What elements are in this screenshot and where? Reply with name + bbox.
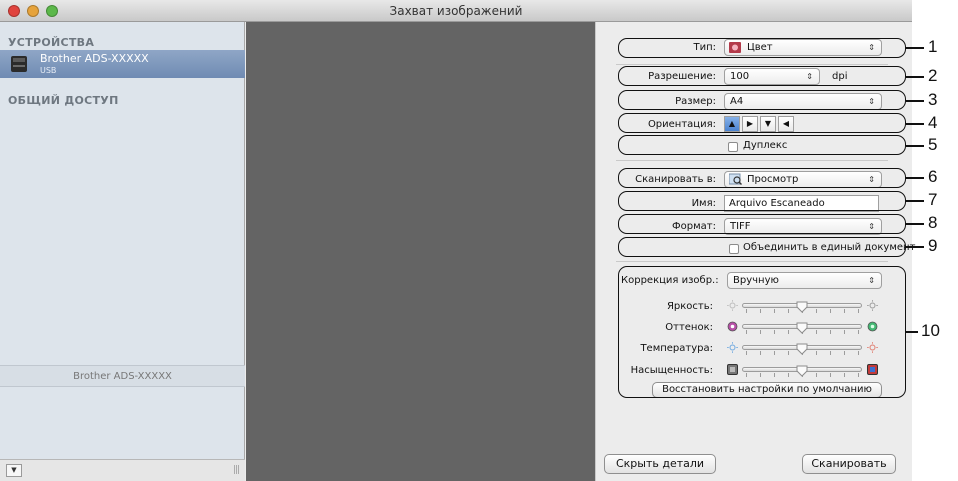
- callout-line-10: [906, 331, 918, 333]
- callout-line-1: [906, 47, 924, 49]
- window-title: Захват изображений: [389, 4, 523, 18]
- divider: [616, 64, 888, 65]
- callout-number-7: 7: [928, 190, 938, 209]
- callout-frame-4: [618, 113, 906, 133]
- divider: [616, 160, 888, 161]
- callout-line-3: [906, 100, 924, 102]
- callout-frame-1: [618, 38, 906, 58]
- callout-frame-8: [618, 214, 906, 234]
- shared-header: ОБЩИЙ ДОСТУП: [8, 94, 119, 107]
- callout-number-5: 5: [928, 135, 938, 154]
- sidebar: УСТРОЙСТВА Brother ADS-XXXXX USB ОБЩИЙ Д…: [0, 22, 245, 481]
- callout-line-8: [906, 223, 924, 225]
- resize-grip-icon[interactable]: |||: [233, 465, 240, 475]
- devices-header: УСТРОЙСТВА: [8, 36, 95, 49]
- callout-number-8: 8: [928, 213, 938, 232]
- title-bar: Захват изображений: [0, 0, 912, 22]
- hide-details-button[interactable]: Скрыть детали: [604, 454, 716, 474]
- callout-frame-2: [618, 66, 906, 86]
- callout-line-2: [906, 76, 924, 78]
- callout-number-2: 2: [928, 66, 938, 85]
- callout-frame-3: [618, 90, 906, 110]
- callout-frame-9: [618, 237, 906, 257]
- callout-number-3: 3: [928, 90, 938, 109]
- callout-line-7: [906, 200, 924, 202]
- callout-frame-6: [618, 168, 906, 188]
- device-footer-label: Brother ADS-XXXXX: [0, 365, 245, 387]
- callout-number-6: 6: [928, 167, 938, 186]
- device-connection: USB: [40, 66, 57, 75]
- callout-line-6: [906, 177, 924, 179]
- callout-line-9: [906, 246, 924, 248]
- callout-line-4: [906, 123, 924, 125]
- sidebar-item-device[interactable]: Brother ADS-XXXXX USB: [0, 50, 245, 78]
- divider: [616, 261, 888, 262]
- callout-number-1: 1: [928, 37, 938, 56]
- scan-button[interactable]: Сканировать: [802, 454, 896, 474]
- sidebar-menu-button[interactable]: ▼: [6, 464, 22, 477]
- callout-number-10: 10: [921, 321, 940, 340]
- callout-number-9: 9: [928, 236, 938, 255]
- callout-frame-7: [618, 191, 906, 211]
- scanner-icon: [11, 56, 27, 72]
- device-name: Brother ADS-XXXXX: [40, 52, 149, 65]
- callout-line-5: [906, 145, 924, 147]
- callout-number-4: 4: [928, 113, 938, 132]
- callout-frame-5: [618, 135, 906, 155]
- sidebar-bottom-bar: ▼ |||: [0, 459, 245, 481]
- callout-frame-10: [618, 266, 906, 398]
- scan-preview-area[interactable]: [246, 22, 595, 481]
